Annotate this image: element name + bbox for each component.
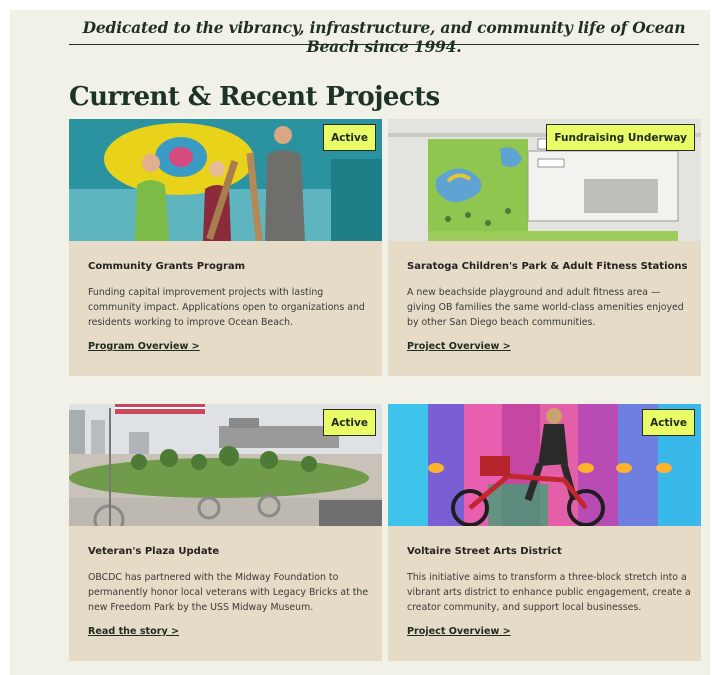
project-description: OBCDC has partnered with the Midway Foun… bbox=[88, 572, 369, 613]
section-title: Current & Recent Projects bbox=[69, 82, 440, 112]
read-the-story-link[interactable]: Read the story > bbox=[88, 626, 179, 637]
project-title: Veteran's Plaza Update bbox=[88, 546, 220, 557]
project-card-veterans-plaza: Active Veteran's Plaza Update OBCDC has … bbox=[69, 404, 382, 661]
project-card-community-grants: Active Community Grants Program Funding … bbox=[69, 119, 382, 376]
program-overview-link[interactable]: Program Overview > bbox=[88, 341, 200, 352]
project-card-saratoga-park: Fundraising Underway Saratoga Children's… bbox=[388, 119, 701, 376]
project-image-veterans-plaza: Active bbox=[69, 404, 382, 526]
project-image-community-grants: Active bbox=[69, 119, 382, 241]
status-badge: Fundraising Underway bbox=[546, 124, 695, 151]
status-badge: Active bbox=[642, 409, 695, 436]
project-description: A new beachside playground and adult fit… bbox=[407, 287, 684, 328]
project-card-voltaire-arts: Active Voltaire Street Arts District Thi… bbox=[388, 404, 701, 661]
project-overview-link[interactable]: Project Overview > bbox=[407, 341, 511, 352]
status-badge: Active bbox=[323, 124, 376, 151]
status-badge: Active bbox=[323, 409, 376, 436]
page: Dedicated to the vibrancy, infrastructur… bbox=[10, 10, 710, 675]
divider bbox=[69, 44, 699, 45]
project-overview-link[interactable]: Project Overview > bbox=[407, 626, 511, 637]
tagline: Dedicated to the vibrancy, infrastructur… bbox=[82, 18, 686, 56]
project-image-voltaire-arts: Active bbox=[388, 404, 701, 526]
project-title: Voltaire Street Arts District bbox=[407, 546, 562, 557]
project-description: This initiative aims to transform a thre… bbox=[407, 572, 691, 613]
project-title: Saratoga Children's Park & Adult Fitness… bbox=[407, 261, 688, 272]
project-title: Community Grants Program bbox=[88, 261, 246, 272]
project-description: Funding capital improvement projects wit… bbox=[88, 287, 365, 328]
project-image-saratoga-park: Fundraising Underway bbox=[388, 119, 701, 241]
